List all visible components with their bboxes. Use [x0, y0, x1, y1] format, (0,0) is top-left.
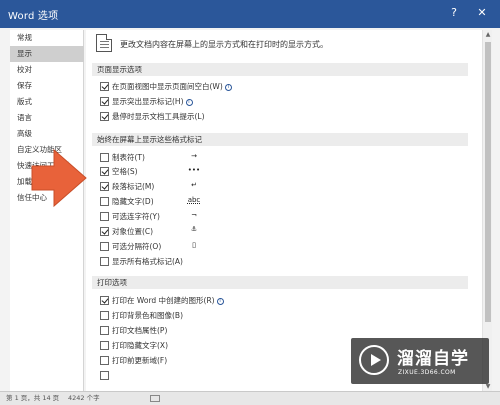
option-label: 显示突出显示标记(H)	[112, 97, 184, 106]
window-title: Word 选项	[8, 11, 59, 22]
section-header-page-display: 页面显示选项	[92, 63, 468, 76]
option-print-properties[interactable]: 打印文档属性(P)	[100, 325, 167, 338]
checkbox[interactable]	[100, 355, 109, 365]
option-print-hidden-text[interactable]: 打印隐藏文字(X)	[100, 340, 168, 353]
option-print-background[interactable]: 打印背景色和图像(B)	[100, 310, 183, 323]
option-label: 隐藏文字(D)	[112, 197, 154, 206]
watermark-name: 溜溜自学	[397, 349, 469, 369]
option-label: 打印前更新域(F)	[112, 356, 168, 365]
proofing-icon	[150, 395, 160, 402]
pointer-arrow-icon	[31, 148, 87, 208]
option-label: 可选分隔符(O)	[112, 242, 162, 251]
checkbox[interactable]	[100, 256, 109, 266]
option-label: 打印在 Word 中创建的图形(R)	[112, 296, 215, 305]
checkbox[interactable]	[100, 196, 109, 206]
option-label: 对象位置(C)	[112, 227, 154, 236]
checkbox[interactable]	[100, 370, 109, 380]
sidebar-item-proofing[interactable]: 校对	[10, 62, 84, 78]
option-document-tooltips[interactable]: 悬停时显示文档工具提示(L)	[100, 111, 205, 124]
option-print-drawings[interactable]: 打印在 Word 中创建的图形(R) i	[100, 295, 224, 308]
checkbox[interactable]	[100, 226, 109, 236]
intro-description: 更改文档内容在屏幕上的显示方式和在打印时的显示方式。	[120, 40, 328, 49]
title-bar: Word 选项 ? ✕	[0, 0, 500, 28]
option-update-fields[interactable]: 打印前更新域(F)	[100, 355, 167, 368]
option-label: 段落标记(M)	[112, 182, 155, 191]
option-label: 显示所有格式标记(A)	[112, 257, 183, 266]
checkbox[interactable]	[100, 111, 109, 121]
option-label: 制表符(T)	[112, 153, 145, 162]
option-show-all-marks[interactable]: 显示所有格式标记(A)	[100, 256, 183, 269]
paragraph-mark-icon: ↵	[191, 181, 197, 189]
option-label: 空格(S)	[112, 167, 138, 176]
section-header-formatting-marks: 始终在屏幕上显示这些格式标记	[92, 133, 468, 146]
info-icon: i	[216, 297, 224, 305]
option-label: 打印文档属性(P)	[112, 326, 168, 335]
document-display-icon	[96, 34, 112, 52]
sidebar-item-language[interactable]: 语言	[10, 110, 84, 126]
optional-hyphen-icon: ¬	[191, 211, 197, 219]
option-partially-hidden[interactable]	[100, 370, 112, 383]
option-label: 悬停时显示文档工具提示(L)	[112, 112, 205, 121]
watermark: 溜溜自学 ZIXUE.3D66.COM	[351, 338, 489, 384]
scroll-thumb[interactable]	[485, 42, 491, 322]
sidebar-item-advanced[interactable]: 高级	[10, 126, 84, 142]
checkbox[interactable]	[100, 340, 109, 350]
option-spaces[interactable]: 空格(S)	[100, 166, 138, 179]
status-bar: 第 1 页，共 14 页 4242 个字	[0, 391, 500, 405]
scroll-up-icon[interactable]: ▲	[483, 30, 493, 40]
option-show-whitespace[interactable]: 在页面视图中显示页面间空白(W) i	[100, 81, 232, 94]
option-hidden-text[interactable]: 隐藏文字(D)	[100, 196, 154, 209]
option-label: 可选连字符(Y)	[112, 212, 160, 221]
checkbox[interactable]	[100, 181, 109, 191]
option-optional-hyphens[interactable]: 可选连字符(Y)	[100, 211, 160, 224]
section-header-print-options: 打印选项	[92, 276, 468, 289]
option-show-highlighter[interactable]: 显示突出显示标记(H) i	[100, 96, 193, 109]
option-tab-characters[interactable]: 制表符(T)	[100, 152, 145, 165]
checkbox[interactable]	[100, 152, 109, 162]
hidden-text-icon: abc	[187, 196, 201, 204]
sidebar-item-typography[interactable]: 版式	[10, 94, 84, 110]
options-sidebar: 常规 显示 校对 保存 版式 语言 高级 自定义功能区 快速访问工具栏 加载项 …	[10, 30, 84, 392]
checkbox[interactable]	[100, 325, 109, 335]
sidebar-item-display[interactable]: 显示	[10, 46, 84, 62]
space-mark-icon: •••	[187, 166, 201, 174]
optional-break-icon: ▯	[192, 241, 196, 249]
page-count: 第 1 页，共 14 页	[6, 394, 60, 402]
info-icon: i	[185, 98, 193, 106]
sidebar-item-save[interactable]: 保存	[10, 78, 84, 94]
option-label: 打印隐藏文字(X)	[112, 341, 168, 350]
option-optional-breaks[interactable]: 可选分隔符(O)	[100, 241, 161, 254]
anchor-icon: ⚓	[190, 225, 198, 233]
watermark-url: ZIXUE.3D66.COM	[398, 369, 456, 376]
close-button[interactable]: ✕	[474, 5, 490, 21]
option-label: 打印背景色和图像(B)	[112, 311, 183, 320]
help-button[interactable]: ?	[446, 5, 462, 21]
tab-mark-icon: →	[191, 152, 197, 160]
checkbox[interactable]	[100, 241, 109, 251]
checkbox[interactable]	[100, 96, 109, 106]
info-icon: i	[224, 83, 232, 91]
option-object-anchors[interactable]: 对象位置(C)	[100, 226, 153, 239]
word-options-dialog: Word 选项 ? ✕ 常规 显示 校对 保存 版式 语言 高级 自定义功能区 …	[0, 0, 500, 405]
checkbox[interactable]	[100, 310, 109, 320]
checkbox[interactable]	[100, 166, 109, 176]
checkbox[interactable]	[100, 211, 109, 221]
sidebar-item-general[interactable]: 常规	[10, 30, 84, 46]
word-count: 4242 个字	[68, 394, 100, 402]
option-paragraph-marks[interactable]: 段落标记(M)	[100, 181, 154, 194]
checkbox[interactable]	[100, 81, 109, 91]
option-label: 在页面视图中显示页面间空白(W)	[112, 82, 223, 91]
play-logo-icon	[359, 345, 389, 375]
checkbox[interactable]	[100, 295, 109, 305]
